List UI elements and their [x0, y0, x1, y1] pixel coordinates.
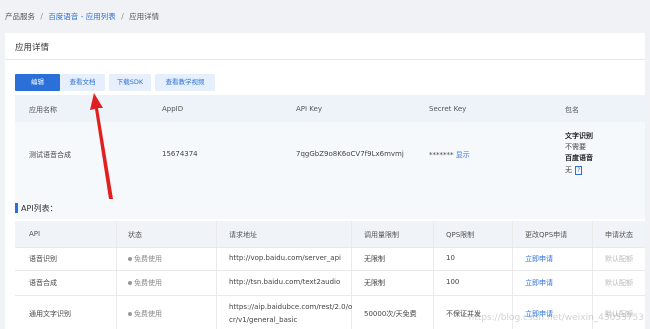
status-dot-icon	[128, 257, 132, 261]
tutorial-video-button[interactable]: 查看教学视频	[155, 74, 215, 91]
api-url: http://vop.baidu.com/server_api	[229, 254, 341, 262]
view-docs-button[interactable]: 查看文档	[60, 74, 105, 91]
api-url-line2: cr/v1/general_basic	[229, 316, 298, 324]
apply-now-link[interactable]: 立即申请	[525, 278, 553, 288]
col-app-name: 应用名称	[29, 106, 57, 114]
api-name: 语音合成	[29, 279, 57, 287]
col-qps-limit: QPS限制	[446, 231, 475, 239]
breadcrumb-product-link[interactable]: 百度语音 - 应用列表	[48, 12, 115, 21]
status-dot-icon	[128, 312, 132, 316]
secret-key-masked: *******	[429, 151, 454, 159]
show-secret-link[interactable]: 显示	[456, 151, 470, 159]
breadcrumb-root[interactable]: 产品服务	[5, 12, 35, 21]
api-call-limit: 50000次/天免费	[364, 310, 417, 318]
column-divider	[116, 221, 117, 329]
status-dot-icon	[128, 281, 132, 285]
api-call-limit: 无限制	[364, 255, 385, 263]
api-status: 免费使用	[128, 254, 162, 264]
app-detail-panel: 应用详情 编辑 查看文档 下载SDK 查看教学视频 应用名称 AppID API…	[5, 33, 645, 329]
api-call-limit: 无限制	[364, 279, 385, 287]
secret-key-value: ******* 显示	[429, 150, 470, 160]
api-status: 免费使用	[128, 278, 162, 288]
pkg-ocr-value: 不需要	[565, 143, 586, 151]
api-status-text: 免费使用	[134, 255, 162, 263]
api-name: 通用文字识别	[29, 310, 71, 318]
api-url: http://tsn.baidu.com/text2audio	[229, 278, 341, 286]
row-divider	[15, 295, 645, 296]
download-sdk-button[interactable]: 下载SDK	[109, 74, 151, 91]
api-status-text: 免费使用	[134, 279, 162, 287]
row-divider	[15, 270, 645, 271]
col-api: API	[29, 230, 41, 238]
apply-status: 默认配额	[605, 279, 633, 287]
api-table-header: API 状态 请求地址 调用量限制 QPS限制 更改QPS申请 申请状态	[15, 221, 645, 247]
pkg-speech-text: 无	[565, 166, 572, 174]
breadcrumb-current: 应用详情	[129, 12, 160, 21]
appid-value: 15674374	[162, 150, 198, 158]
col-api-key: API Key	[296, 105, 322, 113]
column-divider	[351, 221, 352, 329]
edit-button[interactable]: 编辑	[15, 74, 60, 91]
pkg-speech-value: 无?	[565, 165, 583, 175]
col-request-url: 请求地址	[229, 231, 257, 239]
breadcrumb: 产品服务 / 百度语音 - 应用列表 / 应用详情	[5, 10, 159, 24]
col-secret-key: Secret Key	[429, 105, 467, 113]
help-icon[interactable]: ?	[575, 166, 583, 175]
watermark: https://blog.csdn.net/weixin_43053753	[468, 313, 644, 323]
app-info-header: 应用名称 AppID API Key Secret Key 包名	[15, 95, 645, 122]
api-key-value: 7qgGbZ9o8K6oCV7f9Lx6mvmj	[296, 150, 404, 158]
page-title: 应用详情	[15, 43, 50, 53]
col-call-limit: 调用量限制	[364, 231, 399, 239]
col-appid: AppID	[162, 105, 184, 113]
api-status-text: 免费使用	[134, 310, 162, 318]
app-info-row: 测试语音合成 15674374 7qgGbZ9o8K6oCV7f9Lx6mvmj…	[15, 122, 645, 219]
col-qps-apply: 更改QPS申请	[525, 231, 568, 239]
api-url-line1: https://aip.baidubce.com/rest/2.0/o	[229, 303, 353, 311]
column-divider	[216, 221, 217, 329]
column-divider	[433, 221, 434, 329]
api-status: 免费使用	[128, 309, 162, 319]
api-qps: 100	[446, 278, 460, 286]
col-package-name: 包名	[565, 106, 579, 114]
apply-now-link[interactable]: 立即申请	[525, 254, 553, 264]
api-list-title: API列表：	[21, 204, 58, 213]
breadcrumb-separator: /	[40, 12, 43, 21]
title-divider	[5, 59, 645, 60]
col-apply-status: 申请状态	[605, 231, 633, 239]
pkg-ocr-label: 文字识别	[565, 132, 593, 140]
breadcrumb-separator: /	[121, 12, 124, 21]
row-divider	[15, 247, 645, 248]
api-name: 语音识别	[29, 255, 57, 263]
apply-status: 默认配额	[605, 255, 633, 263]
app-name-value: 测试语音合成	[29, 151, 71, 159]
pkg-speech-label: 百度语音	[565, 154, 593, 162]
api-qps: 10	[446, 254, 455, 262]
col-status: 状态	[128, 231, 142, 239]
section-marker	[15, 203, 18, 213]
